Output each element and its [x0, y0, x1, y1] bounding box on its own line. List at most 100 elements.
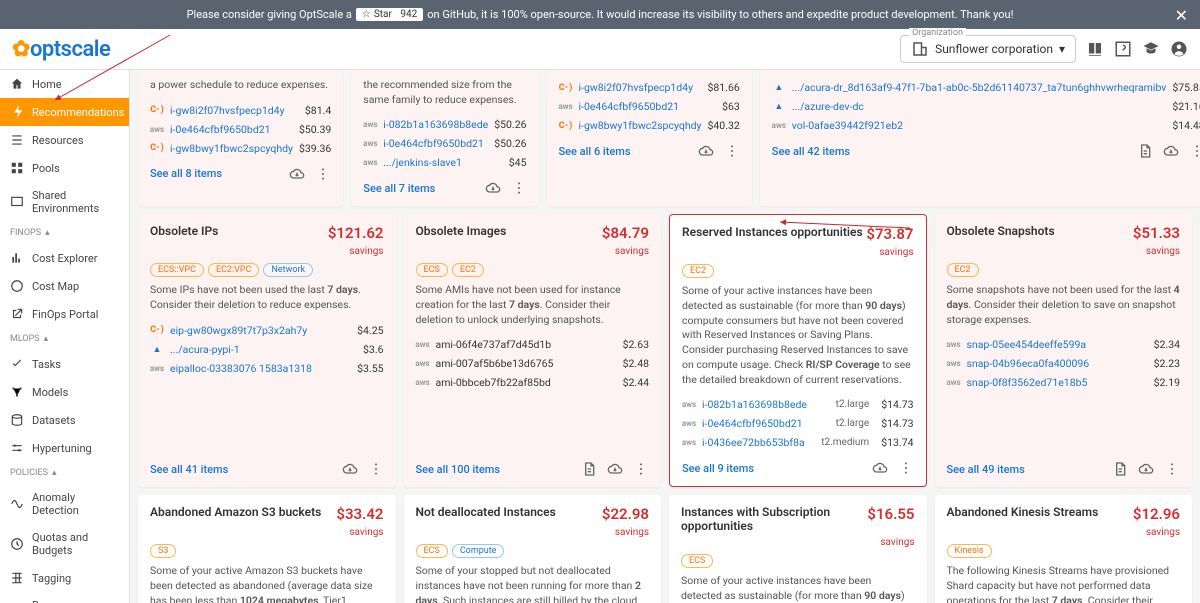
resource-link[interactable]: .../acura-pypi-1	[170, 343, 357, 356]
resource-row[interactable]: awsi-0e464cfbf9650bd21t2.large$14.73	[682, 414, 914, 433]
nav-quotas[interactable]: Quotas and Budgets	[0, 524, 129, 564]
resource-link[interactable]: ami-0bbceb7fb22af85bd	[436, 376, 617, 389]
resource-row[interactable]: awsi-0e464cfbf9650bd21$50.39	[150, 120, 331, 139]
resource-link[interactable]: i-0e464cfbf9650bd21	[702, 417, 830, 430]
nav-cost-explorer[interactable]: Cost Explorer	[0, 244, 129, 272]
more-icon[interactable]	[633, 461, 649, 477]
section-policies[interactable]: POLICIES ▴	[0, 462, 129, 484]
resource-link[interactable]: eipalloc-03383076 1583a1318	[170, 362, 351, 375]
resource-row[interactable]: C‑ )i-gw8i2f07hvsfpecp1d4y$81.4	[150, 101, 331, 120]
resource-link[interactable]: i-0e464cfbf9650bd21	[383, 137, 488, 150]
resource-row[interactable]: C‑ )i-gw8i2f07hvsfpecp1d4y$81.66	[559, 78, 740, 97]
script-icon[interactable]	[1112, 461, 1128, 477]
resource-link[interactable]: .../acura-dr_8d163af9-47f1-7ba1-ab0c-5b2…	[792, 81, 1167, 94]
resource-link[interactable]: snap-04b96eca0fa400096	[967, 357, 1148, 370]
resource-link[interactable]: snap-05ee454deeffe599a	[967, 338, 1148, 351]
github-star-button[interactable]: ☆ Star 942	[356, 8, 423, 21]
nav-models[interactable]: Models	[0, 378, 129, 406]
cloud-download-icon[interactable]	[342, 461, 358, 477]
resource-link[interactable]: i-gw8bwy1fbwc2spcyqhdy	[170, 142, 293, 155]
resource-link[interactable]: eip-gw80wgx89t7t7p3x2ah7y	[170, 324, 351, 337]
cloud-download-icon[interactable]	[485, 180, 501, 196]
nav-lifecycle[interactable]: Resource Lifecycle	[0, 592, 129, 603]
book-icon[interactable]	[1086, 40, 1104, 58]
section-mlops[interactable]: MLOPS ▴	[0, 328, 129, 350]
resource-link[interactable]: i-0e464cfbf9650bd21	[579, 100, 717, 113]
resource-row[interactable]: awsvol-0afae39442f921eb2$14.48	[772, 116, 1200, 135]
cloud-download-icon[interactable]	[607, 461, 623, 477]
more-icon[interactable]	[1189, 143, 1200, 159]
resource-row[interactable]: awseipalloc-03383076 1583a1318$3.55	[150, 359, 384, 378]
resource-row[interactable]: awsami-06f4e737af7d45d1b$2.63	[416, 335, 650, 354]
resource-link[interactable]: vol-0afae39442f921eb2	[792, 119, 1167, 132]
see-all-link[interactable]: See all 41 items	[150, 463, 228, 476]
resource-row[interactable]: awsami-0bbceb7fb22af85bd$2.44	[416, 373, 650, 392]
cloud-download-icon[interactable]	[1163, 143, 1179, 159]
resource-row[interactable]: awsi-0e464cfbf9650bd21$50.26	[363, 134, 526, 153]
more-icon[interactable]	[1164, 461, 1180, 477]
resource-row[interactable]: awsi-0436ee72bb653bf8at2.medium$13.74	[682, 433, 914, 452]
resource-row[interactable]: awssnap-05ee454deeffe599a$2.34	[947, 335, 1181, 354]
resource-link[interactable]: i-082b1a163698b8ede	[383, 118, 488, 131]
resource-link[interactable]: i-0e464cfbf9650bd21	[170, 123, 293, 136]
resource-link[interactable]: .../jenkins-slave1	[383, 156, 503, 169]
logo[interactable]: ✿optscale	[12, 37, 110, 62]
nav-anomaly[interactable]: Anomaly Detection	[0, 484, 129, 524]
nav-home[interactable]: Home	[0, 70, 129, 98]
resource-row[interactable]: ▲.../acura-pypi-1$3.6	[150, 340, 384, 359]
cloud-download-icon[interactable]	[1138, 461, 1154, 477]
nav-cost-map[interactable]: Cost Map	[0, 272, 129, 300]
nav-datasets[interactable]: Datasets	[0, 406, 129, 434]
resource-row[interactable]: awsi-0e464cfbf9650bd21$63	[559, 97, 740, 116]
see-all-link[interactable]: See all 6 items	[559, 145, 631, 158]
resource-link[interactable]: snap-0f8f3562ed71e18b5	[967, 376, 1148, 389]
resource-link[interactable]: ami-06f4e737af7d45d1b	[436, 338, 617, 351]
resource-row[interactable]: awssnap-0f8f3562ed71e18b5$2.19	[947, 373, 1181, 392]
nav-recommendations[interactable]: Recommendations	[0, 98, 129, 126]
cloud-download-icon[interactable]	[698, 143, 714, 159]
nav-finops-portal[interactable]: FinOps Portal	[0, 300, 129, 328]
nav-resources[interactable]: Resources	[0, 126, 129, 154]
close-icon[interactable]: ✕	[1175, 6, 1188, 25]
more-icon[interactable]	[315, 166, 331, 182]
user-icon[interactable]	[1170, 40, 1188, 58]
nav-hypertuning[interactable]: Hypertuning	[0, 434, 129, 462]
more-icon[interactable]	[511, 180, 527, 196]
resource-link[interactable]: i-0436ee72bb653bf8a	[702, 436, 815, 449]
nav-tasks[interactable]: Tasks	[0, 350, 129, 378]
more-icon[interactable]	[368, 461, 384, 477]
resource-link[interactable]: ami-007af5b6be13d6765	[436, 357, 617, 370]
resource-row[interactable]: C‑ )i-gw8bwy1fbwc2spcyqhdy$39.36	[150, 139, 331, 158]
see-all-link[interactable]: See all 42 items	[772, 145, 850, 158]
section-finops[interactable]: FINOPS ▴	[0, 222, 129, 244]
cloud-download-icon[interactable]	[289, 166, 305, 182]
organization-selector[interactable]: Organization Sunflower corporation ▾	[900, 35, 1076, 63]
resource-link[interactable]: i-gw8bwy1fbwc2spcyqhdy	[579, 119, 702, 132]
nav-pools[interactable]: Pools	[0, 154, 129, 182]
resource-link[interactable]: i-gw8i2f07hvsfpecp1d4y	[170, 104, 299, 117]
more-icon[interactable]	[724, 143, 740, 159]
script-icon[interactable]	[581, 461, 597, 477]
see-all-link[interactable]: See all 7 items	[363, 182, 435, 195]
resource-link[interactable]: i-gw8i2f07hvsfpecp1d4y	[579, 81, 702, 94]
resource-row[interactable]: aws.../jenkins-slave1$45	[363, 153, 526, 172]
help-icon[interactable]	[1114, 40, 1132, 58]
cloud-download-icon[interactable]	[872, 460, 888, 476]
resource-row[interactable]: C‑ )eip-gw80wgx89t7t7p3x2ah7y$4.25	[150, 321, 384, 340]
resource-row[interactable]: C‑ )i-gw8bwy1fbwc2spcyqhdy$40.32	[559, 116, 740, 135]
resource-row[interactable]: awsi-082b1a163698b8ede$50.26	[363, 115, 526, 134]
script-icon[interactable]	[1137, 143, 1153, 159]
see-all-link[interactable]: See all 9 items	[682, 462, 754, 475]
see-all-link[interactable]: See all 49 items	[947, 463, 1025, 476]
more-icon[interactable]	[898, 460, 914, 476]
resource-row[interactable]: awssnap-04b96eca0fa400096$2.23	[947, 354, 1181, 373]
nav-tagging[interactable]: Tagging	[0, 564, 129, 592]
see-all-link[interactable]: See all 100 items	[416, 463, 501, 476]
resource-row[interactable]: ▲.../azure-dev-dc$21.16	[772, 97, 1200, 116]
resource-link[interactable]: .../azure-dev-dc	[792, 100, 1167, 113]
resource-link[interactable]: i-082b1a163698b8ede	[702, 398, 830, 411]
graduation-icon[interactable]	[1142, 40, 1160, 58]
resource-row[interactable]: awsami-007af5b6be13d6765$2.48	[416, 354, 650, 373]
nav-shared-env[interactable]: Shared Environments	[0, 182, 129, 222]
see-all-link[interactable]: See all 8 items	[150, 167, 222, 180]
